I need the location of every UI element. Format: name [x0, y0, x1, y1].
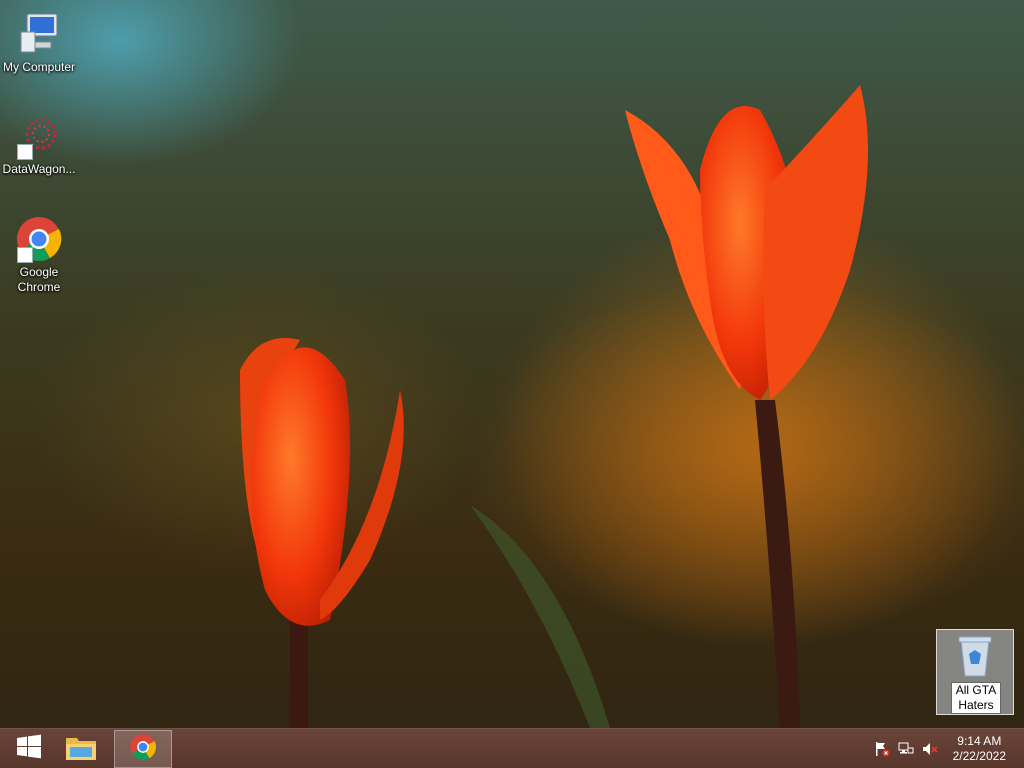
wallpaper [240, 85, 1020, 728]
action-center-flag-icon[interactable] [874, 741, 890, 757]
volume-muted-icon[interactable] [922, 741, 938, 757]
system-clock[interactable]: 9:14 AM 2/22/2022 [953, 734, 1006, 764]
chrome-icon [15, 215, 63, 263]
desktop-icon-google-chrome[interactable]: Google Chrome [0, 215, 78, 295]
shortcut-arrow-icon [17, 144, 33, 160]
taskbar-chrome[interactable] [114, 730, 172, 768]
desktop-icon-recycle-bin[interactable]: All GTA Haters [936, 629, 1014, 715]
shortcut-arrow-icon [17, 247, 33, 263]
clock-date: 2/22/2022 [952, 749, 1006, 763]
network-icon[interactable] [898, 741, 914, 757]
desktop-icon-datawagon[interactable]: DataWagon... [0, 112, 78, 177]
file-explorer-icon [65, 733, 97, 766]
taskbar: 9:14 AM 2/22/2022 [0, 728, 1024, 768]
rename-field[interactable]: All GTA Haters [951, 682, 1001, 714]
desktop-icon-label: My Computer [2, 60, 76, 74]
chrome-icon [129, 733, 157, 766]
desktop-icon-label: DataWagon... [2, 162, 76, 176]
desktop-icon-my-computer[interactable]: My Computer [0, 10, 78, 75]
taskbar-file-explorer[interactable] [52, 730, 110, 768]
desktop-icon-label: Google Chrome [17, 265, 61, 294]
computer-icon [15, 10, 63, 58]
clock-time: 9:14 AM [957, 734, 1002, 748]
recycle-bin-icon [955, 634, 995, 678]
start-button[interactable] [0, 730, 58, 768]
windows-logo-icon [16, 734, 42, 765]
desktop[interactable]: My Computer DataWagon... Google Chrome A… [0, 0, 1024, 768]
datawagon-icon [15, 112, 63, 160]
